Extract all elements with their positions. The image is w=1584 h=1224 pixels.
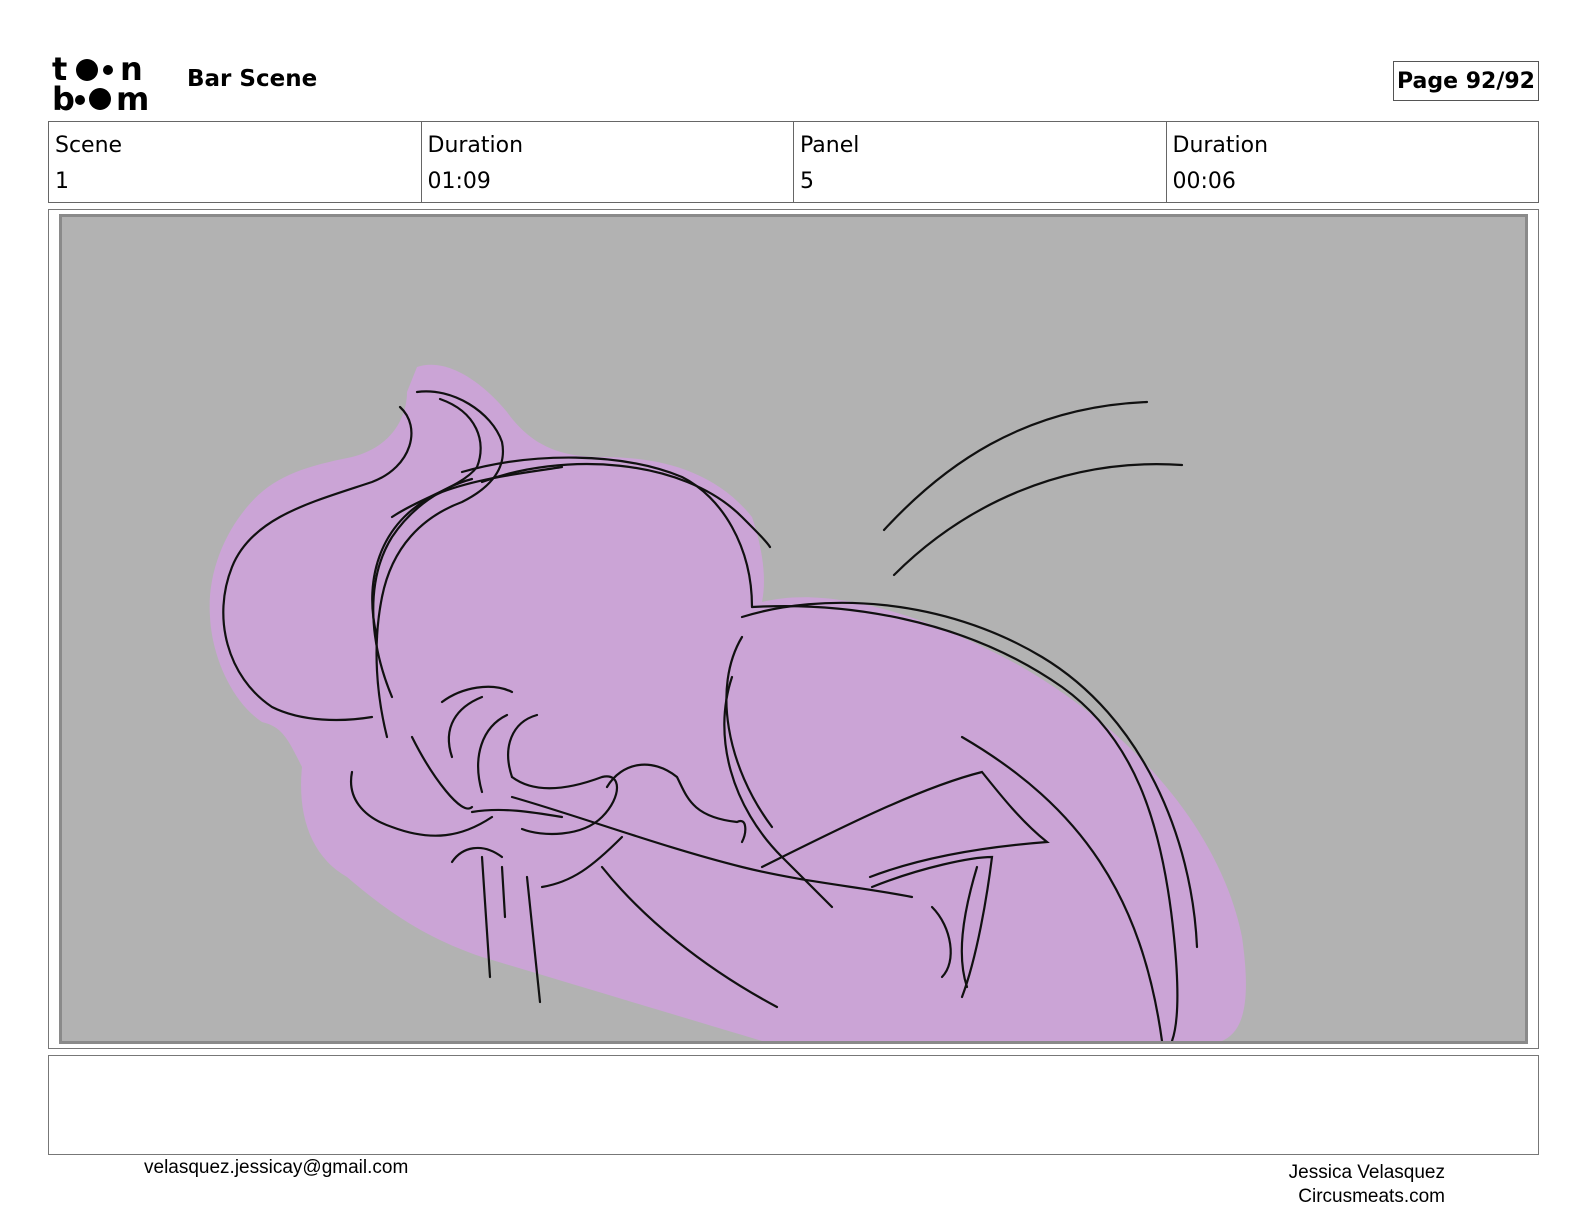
scene-cell: Scene 1 [49,122,421,202]
footer-website: Circusmeats.com [1298,1186,1445,1207]
page-number: Page 92/92 [1393,61,1539,101]
scene-value: 1 [55,169,69,194]
panel-drawing-area [59,214,1528,1044]
panel-cell: Panel 5 [793,122,1166,202]
scene-info-table: Scene 1 Duration 01:09 Panel 5 Duration … [48,121,1539,203]
panel-value: 5 [800,169,814,194]
scene-duration-label: Duration [427,133,524,158]
panel-duration-cell: Duration 00:06 [1165,122,1539,202]
footer-credits: Jessica Velasquez Circusmeats.com [1289,1161,1445,1209]
scene-duration-cell: Duration 01:09 [420,122,794,202]
panel-duration-value: 00:06 [1172,169,1236,194]
svg-text:m: m [116,80,149,112]
character-fill [209,364,1246,1041]
footer-author-name: Jessica Velasquez [1288,1162,1445,1183]
scene-duration-value: 01:09 [427,169,491,194]
motion-line-1 [882,400,1149,532]
storyboard-sketch [209,364,1246,1041]
project-title: Bar Scene [187,66,318,92]
scene-label: Scene [55,133,123,158]
panel-label: Panel [800,133,860,158]
panel-notes [48,1055,1539,1155]
panel-duration-label: Duration [1172,133,1269,158]
toon-boom-logo: t n b m [52,50,149,112]
svg-text:b: b [52,80,75,112]
footer-email: velasquez.jessicay@gmail.com [144,1157,409,1178]
